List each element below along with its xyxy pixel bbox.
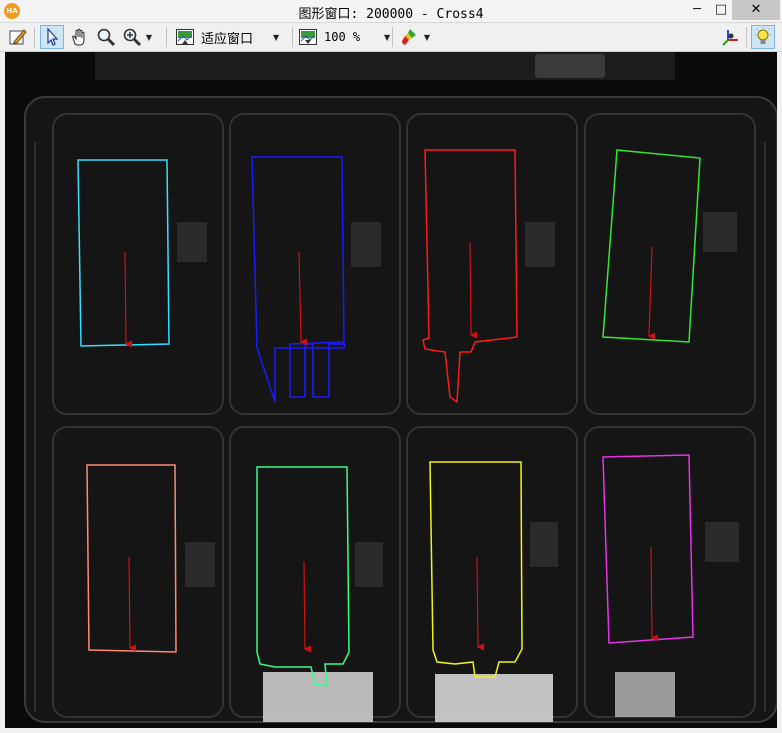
- zoom-percent-dropdown-arrow[interactable]: ▼: [382, 33, 392, 42]
- zoom-in-icon[interactable]: [120, 25, 144, 49]
- reflection-highlight: [435, 674, 553, 722]
- toolbar-separator: [746, 27, 747, 47]
- magnifier-icon[interactable]: [94, 25, 118, 49]
- image-canvas[interactable]: [5, 52, 777, 728]
- edit-icon[interactable]: [6, 25, 30, 49]
- window-title: 图形窗口: 200000 - Cross4: [298, 7, 484, 22]
- reflection-highlight: [263, 672, 373, 722]
- paint-brush-icon[interactable]: [398, 25, 422, 49]
- zoom-percent-label: 100 %: [324, 30, 361, 44]
- toolbar-separator: [392, 27, 393, 47]
- inspection-image: [5, 52, 777, 728]
- toolbar-separator: [34, 27, 35, 47]
- zoom-mode-dropdown-arrow[interactable]: ▼: [271, 33, 281, 42]
- toolbar-separator: [292, 27, 293, 47]
- window-bottom-edge: [0, 728, 782, 733]
- toolbar: ▼ 适应窗口 ▼ 100 % ▼ ▼: [0, 23, 782, 52]
- paint-brush-dropdown-arrow[interactable]: ▼: [422, 33, 432, 42]
- pointer-icon[interactable]: [40, 25, 64, 49]
- title-bar: HA 图形窗口: 200000 - Cross4 ─ □ ✕: [0, 0, 782, 23]
- zoom-percent-icon: [296, 25, 320, 49]
- 3d-axis-icon[interactable]: [718, 25, 742, 49]
- zoom-percent-dropdown[interactable]: 100 % ▼: [296, 25, 392, 49]
- lightbulb-icon[interactable]: [751, 25, 775, 49]
- close-button[interactable]: ✕: [732, 0, 780, 20]
- zoom-in-dropdown-arrow[interactable]: ▼: [144, 33, 154, 42]
- pan-hand-icon[interactable]: [67, 25, 91, 49]
- zoom-mode-label: 适应窗口: [201, 31, 254, 47]
- maximize-button[interactable]: □: [708, 0, 734, 20]
- fit-window-icon: [173, 25, 197, 49]
- reflection-highlight: [615, 672, 675, 717]
- minimize-button[interactable]: ─: [684, 0, 710, 20]
- toolbar-separator: [166, 27, 167, 47]
- zoom-mode-dropdown[interactable]: 适应窗口 ▼: [173, 25, 281, 49]
